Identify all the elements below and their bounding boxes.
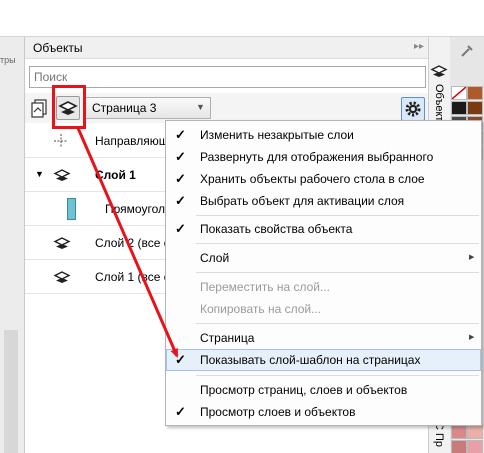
menu-item-view-pages-layers-objects[interactable]: Просмотр страниц, слоев и объектов bbox=[166, 379, 481, 401]
search-input[interactable] bbox=[30, 67, 425, 87]
menu-separator bbox=[196, 323, 479, 324]
checkmark-icon: ✓ bbox=[175, 404, 186, 419]
search-field[interactable] bbox=[29, 66, 426, 88]
checkmark-icon: ✓ bbox=[175, 171, 186, 186]
docker-titlebar: Объекты ▸▸ ✕ bbox=[25, 37, 444, 59]
menu-separator bbox=[196, 215, 479, 216]
expand-triangle-icon[interactable]: ▼ bbox=[35, 169, 44, 179]
menu-item-show-master-layer[interactable]: ✓ Показывать слой-шаблон на страницах bbox=[166, 349, 481, 371]
double-arrow-icon[interactable]: ▸▸ bbox=[414, 41, 424, 52]
checkmark-icon: ✓ bbox=[175, 149, 186, 164]
top-workspace-strip bbox=[0, 0, 484, 37]
menu-separator bbox=[196, 375, 479, 376]
menu-item-select-object-activates-layer[interactable]: ✓ Выбрать объект для активации слоя bbox=[166, 190, 481, 212]
palette-swatch[interactable] bbox=[467, 101, 483, 115]
checkmark-icon: ✓ bbox=[175, 221, 186, 236]
page-view-button[interactable] bbox=[29, 97, 51, 119]
tree-row-label: Слой 1 bbox=[95, 168, 136, 182]
palette-swatch[interactable] bbox=[451, 425, 467, 439]
layers-icon bbox=[53, 169, 71, 181]
palette-swatch-none[interactable] bbox=[451, 86, 467, 100]
menu-item-layer[interactable]: Слой ▶ bbox=[166, 247, 481, 269]
menu-separator bbox=[196, 272, 479, 273]
submenu-arrow-icon: ▶ bbox=[469, 334, 475, 341]
palette-swatch[interactable] bbox=[451, 101, 467, 115]
menu-item-page[interactable]: Страница ▶ bbox=[166, 327, 481, 349]
chevron-down-icon: ▼ bbox=[196, 102, 205, 112]
checkmark-icon: ✓ bbox=[175, 352, 186, 367]
palette-swatch[interactable] bbox=[467, 440, 483, 453]
rectangle-thumbnail-icon bbox=[67, 198, 76, 220]
checkmark-icon: ✓ bbox=[175, 193, 186, 208]
checkmark-icon: ✓ bbox=[175, 127, 186, 142]
menu-item-show-object-properties[interactable]: ✓ Показать свойства объекта bbox=[166, 218, 481, 240]
menu-item-view-layers-objects[interactable]: ✓ Просмотр слоев и объектов bbox=[166, 401, 481, 423]
options-button[interactable] bbox=[401, 97, 425, 121]
palette-swatch[interactable] bbox=[451, 440, 467, 453]
menu-item-copy-to-layer[interactable]: Копировать на слой... bbox=[166, 298, 481, 320]
palette-swatch[interactable] bbox=[467, 425, 483, 439]
gear-icon bbox=[405, 101, 421, 117]
layers-icon bbox=[53, 271, 71, 283]
docker-title: Объекты bbox=[33, 41, 83, 55]
submenu-arrow-icon: ▶ bbox=[469, 254, 475, 261]
page-select-value: Страница 3 bbox=[92, 101, 157, 115]
left-scrollbar[interactable] bbox=[4, 330, 18, 453]
menu-item-expand-to-show-selected[interactable]: ✓ Развернуть для отображения выбранного bbox=[166, 146, 481, 168]
palette-swatch[interactable] bbox=[467, 86, 483, 100]
menu-item-edit-unlocked-layers[interactable]: ✓ Изменить незакрытые слои bbox=[166, 124, 481, 146]
eyedropper-icon[interactable] bbox=[458, 41, 476, 59]
page-select[interactable]: Страница 3 ▼ bbox=[85, 97, 211, 119]
menu-item-keep-desktop-objects[interactable]: ✓ Хранить объекты рабочего стола в слое bbox=[166, 168, 481, 190]
layers-icon bbox=[53, 237, 71, 249]
guides-icon bbox=[54, 134, 68, 148]
layers-icon bbox=[430, 65, 448, 77]
menu-separator bbox=[196, 243, 479, 244]
options-context-menu: ✓ Изменить незакрытые слои ✓ Развернуть … bbox=[165, 120, 482, 426]
page-stack-icon bbox=[31, 99, 47, 118]
annotation-highlight-box bbox=[52, 85, 86, 129]
menu-item-move-to-layer[interactable]: Переместить на слой... bbox=[166, 276, 481, 298]
left-docker-tab-label[interactable]: тры bbox=[0, 55, 22, 65]
